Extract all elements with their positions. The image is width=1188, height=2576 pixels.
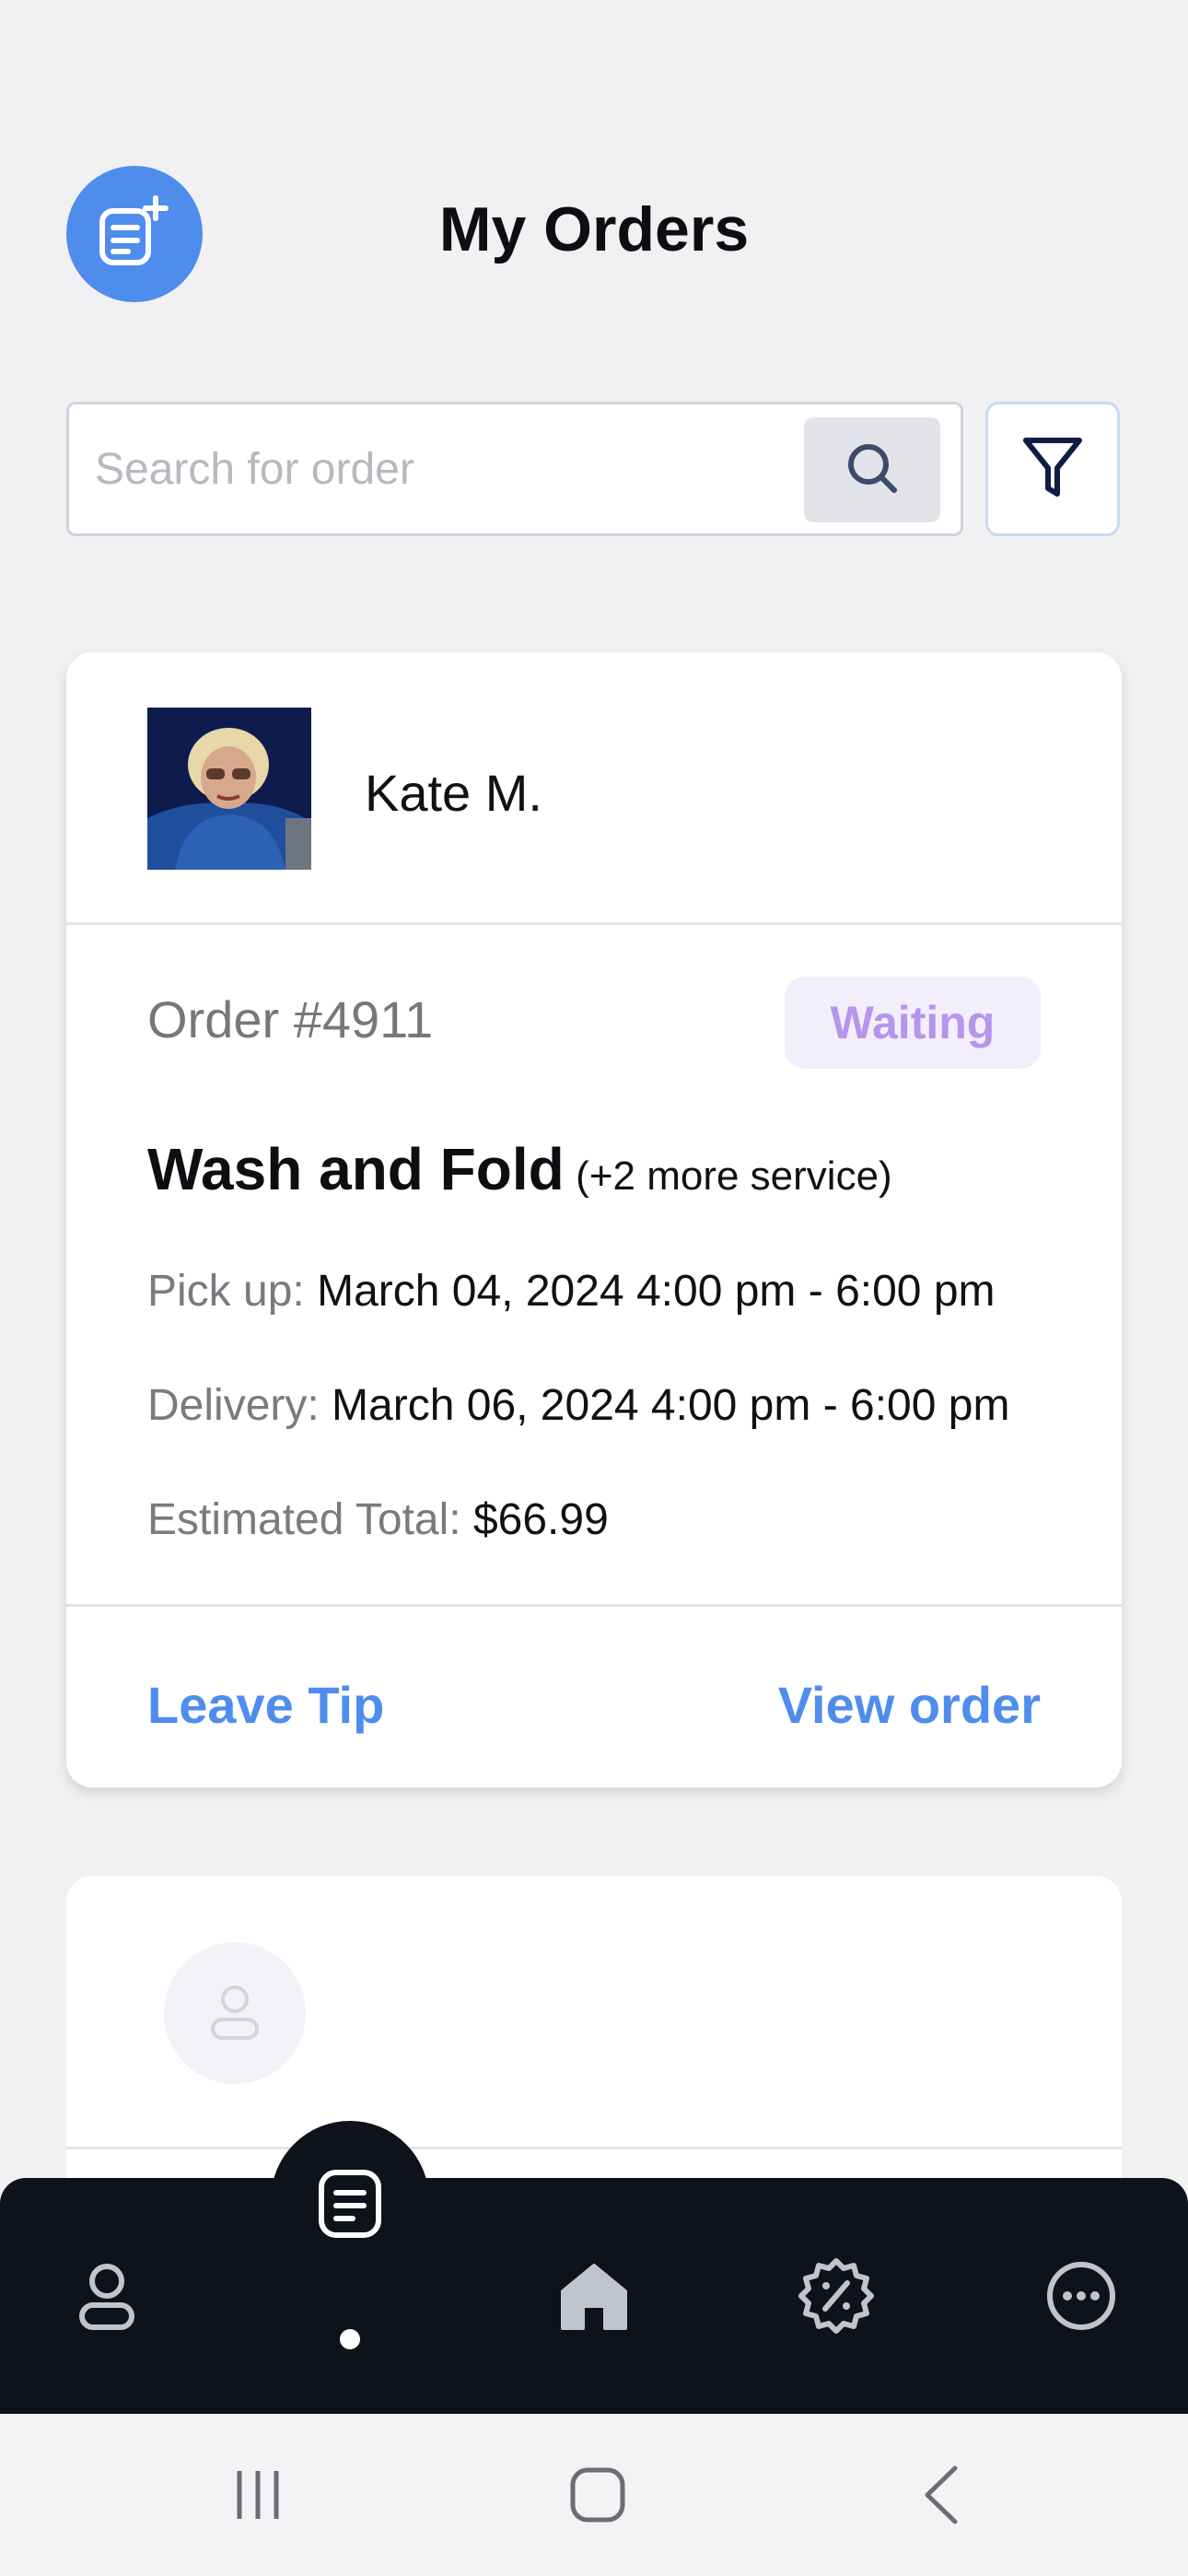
order-card-header: Kate M. [66,652,1122,925]
home-icon [557,2260,631,2336]
active-indicator-dot [340,2329,360,2349]
system-navigation-bar [0,2414,1188,2576]
profile-icon [76,2261,137,2336]
pickup-label: Pick up: [147,1267,305,1316]
customer-photo [147,708,311,870]
nav-profile[interactable] [52,2242,162,2353]
service-line: Wash and Fold (+2 more service) [147,1135,892,1203]
service-name: Wash and Fold [147,1136,565,1202]
search-icon [843,439,902,502]
home-button-icon [568,2465,627,2529]
header: My Orders [0,0,1188,387]
back-icon [918,2465,964,2530]
search-button[interactable] [804,417,940,522]
discount-icon [798,2257,875,2339]
total-row: Estimated Total: $66.99 [147,1494,609,1545]
delivery-row: Delivery: March 06, 2024 4:00 pm - 6:00 … [147,1380,1009,1431]
more-icon [1044,2259,1118,2337]
home-system-button[interactable] [552,2451,644,2543]
leave-tip-link[interactable]: Leave Tip [147,1675,384,1735]
search-bar [66,402,963,536]
filter-button[interactable] [985,402,1120,536]
status-badge: Waiting [785,977,1041,1069]
order-number: Order #4911 [147,990,434,1048]
filter-icon [1020,433,1085,506]
back-button[interactable] [895,2451,987,2543]
recent-apps-icon [230,2467,285,2527]
pickup-value: March 04, 2024 4:00 pm - 6:00 pm [317,1267,996,1316]
pickup-row: Pick up: March 04, 2024 4:00 pm - 6:00 p… [147,1266,996,1317]
nav-discounts[interactable] [781,2242,891,2353]
nav-more[interactable] [1026,2242,1136,2353]
nav-orders[interactable] [271,2121,429,2279]
order-card-body: Order #4911 Waiting Wash and Fold (+2 mo… [66,925,1122,1607]
recent-apps-button[interactable] [212,2451,304,2543]
customer-name: Kate M. [365,764,542,822]
total-label: Estimated Total: [147,1495,461,1544]
orders-icon [316,2167,384,2245]
view-order-link[interactable]: View order [778,1675,1041,1735]
bottom-nav [0,2178,1188,2414]
order-card-footer: Leave Tip View order [66,1607,1122,1782]
service-extra: (+2 more service) [576,1153,892,1199]
avatar-placeholder-icon [164,1942,306,2084]
divider [66,2147,1122,2149]
delivery-label: Delivery: [147,1381,320,1430]
delivery-value: March 06, 2024 4:00 pm - 6:00 pm [332,1381,1010,1430]
nav-home[interactable] [539,2242,649,2353]
search-input[interactable] [95,404,795,533]
total-value: $66.99 [472,1495,609,1544]
order-card: Kate M. Order #4911 Waiting Wash and Fol… [66,652,1122,1787]
page-title: My Orders [438,194,750,264]
